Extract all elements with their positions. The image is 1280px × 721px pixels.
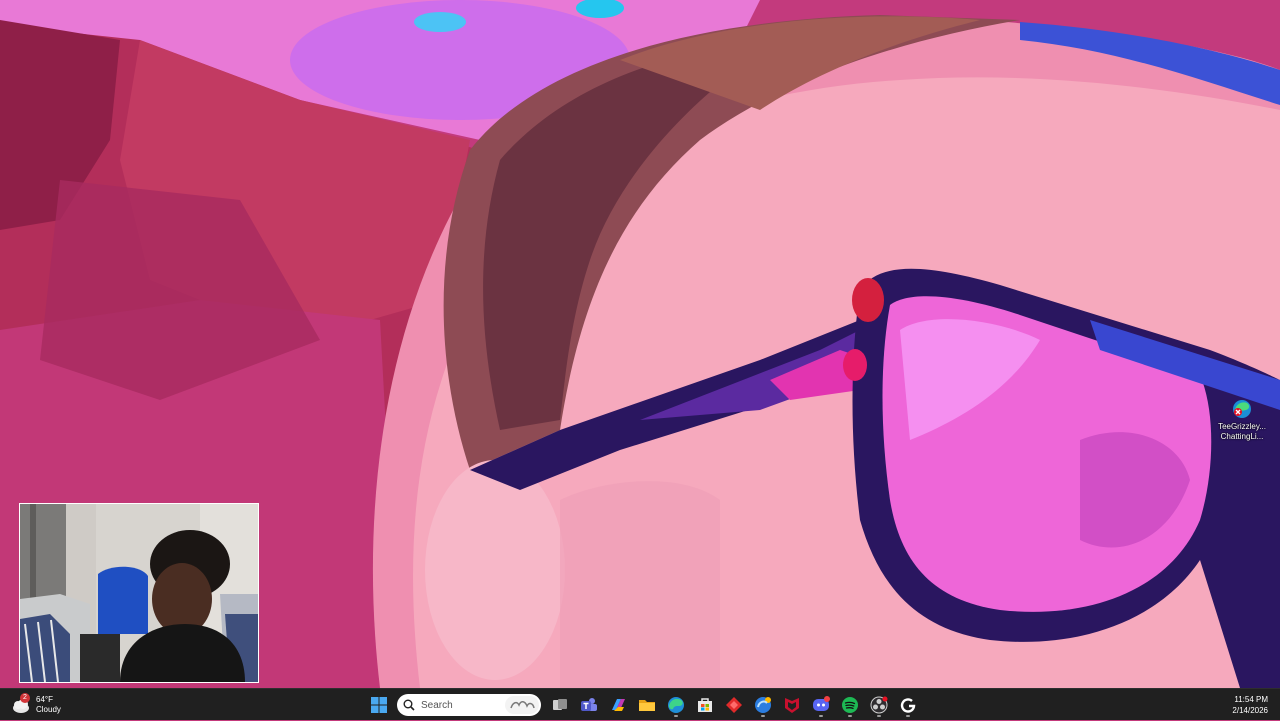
- spotify-button[interactable]: [837, 692, 863, 718]
- webcam-feed: [20, 504, 258, 682]
- obs-running-indicator: [876, 715, 881, 717]
- start-icon: [370, 697, 387, 713]
- weather-condition: Cloudy: [36, 705, 61, 714]
- logitech-running-indicator: [905, 715, 910, 717]
- clock-date: 2/14/2026: [1232, 706, 1268, 715]
- mcafee-icon: [784, 698, 799, 713]
- cloud-icon: 2: [10, 693, 32, 716]
- desktop-shortcut[interactable]: TeeGrizzley... ChattingLi...: [1212, 398, 1272, 442]
- search-placeholder: Search: [421, 699, 453, 711]
- file-explorer-icon: [638, 700, 655, 711]
- mcafee-button[interactable]: [779, 692, 805, 718]
- discord-running-indicator: [818, 715, 823, 717]
- search-highlight-icon: [505, 696, 539, 714]
- discord-icon: [812, 696, 830, 711]
- obs-button[interactable]: [866, 692, 892, 718]
- logitech-g-hub-button[interactable]: [895, 692, 921, 718]
- teams-button[interactable]: [576, 692, 602, 718]
- red-app-icon: [725, 697, 742, 713]
- task-view-button[interactable]: [547, 692, 573, 718]
- system-clock[interactable]: 11:54 PM 2/14/2026: [1232, 694, 1268, 716]
- edge-button[interactable]: [663, 692, 689, 718]
- weather-widget[interactable]: 2 64°F Cloudy: [10, 692, 61, 718]
- obs-icon: [870, 696, 887, 714]
- taskbar-search-box[interactable]: Search: [397, 694, 541, 716]
- edge-dev-button[interactable]: [750, 692, 776, 718]
- weather-notification-badge: 2: [20, 693, 30, 703]
- taskbar-center: Search: [364, 689, 922, 721]
- microsoft-store-button[interactable]: [692, 692, 718, 718]
- copilot-icon: [611, 699, 625, 711]
- task-view-icon: [552, 699, 567, 710]
- microsoft-store-icon: [697, 698, 712, 712]
- desktop-shortcut-label-1: TeeGrizzley...: [1218, 422, 1266, 431]
- file-explorer-button[interactable]: [634, 692, 660, 718]
- clock-time: 11:54 PM: [1234, 695, 1268, 704]
- spotify-running-indicator: [847, 715, 852, 717]
- copilot-button[interactable]: [605, 692, 631, 718]
- taskbar: 2 64°F Cloudy Search 11:54 PM 2/14/2026: [0, 688, 1280, 720]
- teams-icon: [580, 698, 597, 711]
- search-icon: [403, 699, 415, 711]
- webcam-overlay: [19, 503, 259, 683]
- discord-button[interactable]: [808, 692, 834, 718]
- weather-temperature: 64°F: [36, 695, 53, 704]
- red-app-button[interactable]: [721, 692, 747, 718]
- edge-shortcut-icon: [1231, 398, 1253, 420]
- edge-dev-icon: [754, 697, 771, 713]
- edge-running-indicator: [673, 715, 678, 717]
- logitech-g-hub-icon: [900, 698, 915, 713]
- edge-dev-running-indicator: [760, 715, 765, 717]
- start-button[interactable]: [366, 692, 392, 718]
- desktop-shortcut-label-2: ChattingLi...: [1220, 432, 1264, 441]
- edge-icon: [667, 697, 684, 713]
- spotify-icon: [841, 697, 858, 713]
